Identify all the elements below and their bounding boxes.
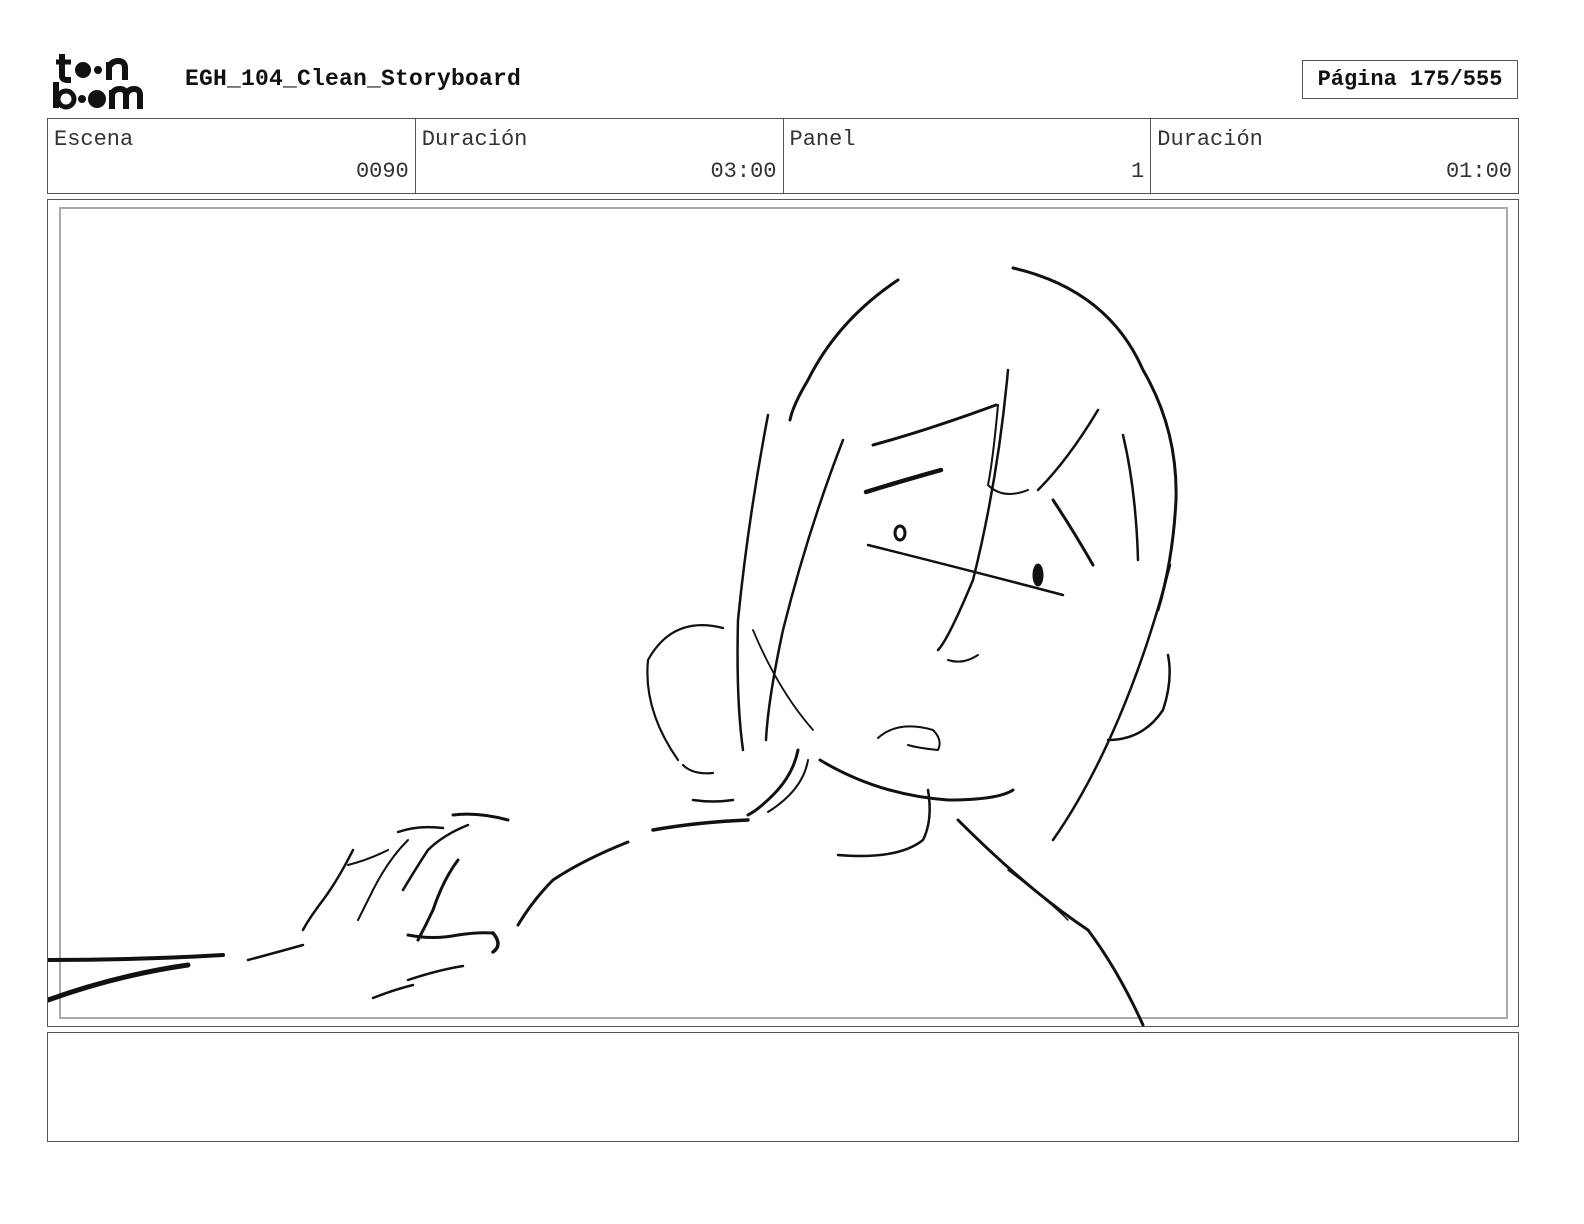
panel-value: 1 bbox=[1131, 159, 1145, 184]
scene-cell: Escena 0090 bbox=[48, 119, 415, 193]
document-title: EGH_104_Clean_Storyboard bbox=[185, 66, 522, 92]
panel-cell: Panel 1 bbox=[782, 119, 1151, 193]
panel-duration-cell: Duración 01:00 bbox=[1150, 119, 1518, 193]
page-indicator: Página 175/555 bbox=[1302, 60, 1518, 99]
panel-duration-value: 01:00 bbox=[1445, 159, 1512, 184]
scene-duration-value: 03:00 bbox=[710, 159, 777, 184]
scene-value: 0090 bbox=[355, 159, 409, 184]
panel-label: Panel bbox=[789, 127, 856, 152]
storyboard-panel bbox=[47, 199, 1519, 1027]
panel-notes-box bbox=[47, 1032, 1519, 1142]
scene-duration-label: Duración bbox=[421, 127, 528, 152]
scene-label: Escena bbox=[54, 127, 134, 152]
storyboard-sketch bbox=[48, 266, 1178, 1027]
toon-boom-logo bbox=[53, 54, 143, 110]
scene-info-row: Escena 0090 Duración 03:00 Panel 1 Durac… bbox=[47, 118, 1519, 194]
panel-duration-label: Duración bbox=[1157, 127, 1263, 152]
scene-duration-cell: Duración 03:00 bbox=[414, 119, 783, 193]
